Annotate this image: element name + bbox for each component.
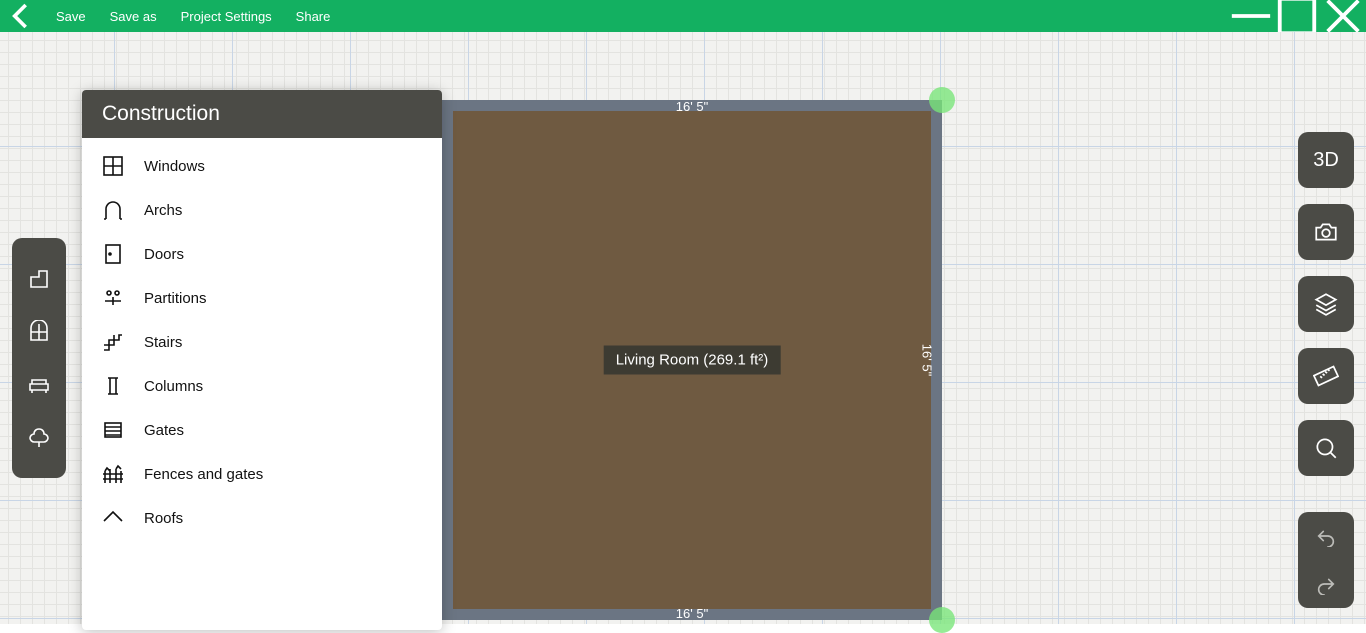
camera-icon	[1313, 219, 1339, 245]
measure-button[interactable]	[1298, 348, 1354, 404]
layers-icon	[1313, 291, 1339, 317]
undo-icon	[1315, 525, 1337, 547]
ruler-icon	[1313, 363, 1339, 389]
right-toolbar: 3D	[1298, 132, 1354, 608]
dimension-right: 16' 5"	[919, 344, 934, 376]
panel-item-label: Roofs	[144, 510, 183, 527]
tree-tool-icon	[27, 426, 51, 450]
panel-item-label: Doors	[144, 246, 184, 263]
tool-window[interactable]	[25, 318, 53, 346]
menu-save[interactable]: Save	[44, 0, 98, 32]
panel-item-windows[interactable]: Windows	[82, 144, 442, 188]
floorplan-canvas[interactable]: 16' 5" 16' 5" 16' 5" Living Room (269.1 …	[0, 32, 1366, 624]
panel-item-archs[interactable]: Archs	[82, 188, 442, 232]
undo-button[interactable]	[1298, 512, 1354, 560]
search-button[interactable]	[1298, 420, 1354, 476]
stairs-icon	[100, 329, 126, 355]
screenshot-button[interactable]	[1298, 204, 1354, 260]
door-icon	[100, 241, 126, 267]
view-3d-button[interactable]: 3D	[1298, 132, 1354, 188]
panel-item-partitions[interactable]: Partitions	[82, 276, 442, 320]
menu-projectsettings-label: Project Settings	[181, 9, 272, 24]
panel-item-label: Gates	[144, 422, 184, 439]
dimension-bottom: 16' 5"	[676, 606, 708, 621]
resize-handle-bottom-right[interactable]	[929, 607, 955, 633]
furniture-tool-icon	[27, 373, 51, 397]
menu-project-settings[interactable]: Project Settings	[169, 0, 284, 32]
roof-icon	[100, 505, 126, 531]
redo-icon	[1315, 573, 1337, 595]
resize-handle-top-right[interactable]	[929, 87, 955, 113]
menu-save-as[interactable]: Save as	[98, 0, 169, 32]
wall-left[interactable]	[442, 100, 453, 620]
window-maximize-button[interactable]	[1274, 0, 1320, 32]
redo-button[interactable]	[1298, 560, 1354, 608]
tool-tree[interactable]	[25, 424, 53, 452]
room-shape[interactable]: 16' 5" 16' 5" 16' 5" Living Room (269.1 …	[442, 100, 942, 620]
undo-redo-group	[1298, 512, 1354, 608]
tool-furniture[interactable]	[25, 371, 53, 399]
tool-wall[interactable]	[25, 265, 53, 293]
panel-item-label: Stairs	[144, 334, 182, 351]
windows-icon	[100, 153, 126, 179]
layers-button[interactable]	[1298, 276, 1354, 332]
construction-panel: Construction Windows Archs Doors Partiti…	[82, 90, 442, 630]
panel-item-stairs[interactable]: Stairs	[82, 320, 442, 364]
panel-item-label: Archs	[144, 202, 182, 219]
fence-icon	[100, 461, 126, 487]
dimension-top: 16' 5"	[676, 99, 708, 114]
view-3d-label: 3D	[1313, 149, 1339, 172]
back-button[interactable]	[0, 0, 44, 32]
panel-item-roofs[interactable]: Roofs	[82, 496, 442, 540]
panel-item-doors[interactable]: Doors	[82, 232, 442, 276]
panel-title: Construction	[82, 90, 442, 138]
window-minimize-button[interactable]	[1228, 0, 1274, 32]
gate-icon	[100, 417, 126, 443]
wall-tool-icon	[27, 267, 51, 291]
panel-list: Windows Archs Doors Partitions Stairs Co…	[82, 138, 442, 546]
column-icon	[100, 373, 126, 399]
panel-item-gates[interactable]: Gates	[82, 408, 442, 452]
room-label[interactable]: Living Room (269.1 ft²)	[604, 346, 781, 375]
partition-icon	[100, 285, 126, 311]
panel-item-label: Columns	[144, 378, 203, 395]
left-toolbar	[12, 238, 66, 478]
window-tool-icon	[27, 320, 51, 344]
panel-item-label: Windows	[144, 158, 205, 175]
panel-item-fences[interactable]: Fences and gates	[82, 452, 442, 496]
panel-item-label: Partitions	[144, 290, 207, 307]
top-menu-bar: Save Save as Project Settings Share	[0, 0, 1366, 32]
panel-item-columns[interactable]: Columns	[82, 364, 442, 408]
magnifier-icon	[1313, 435, 1339, 461]
menu-share[interactable]: Share	[284, 0, 343, 32]
window-close-button[interactable]	[1320, 0, 1366, 32]
menu-saveas-label: Save as	[110, 9, 157, 24]
menu-save-label: Save	[56, 9, 86, 24]
arch-icon	[100, 197, 126, 223]
menu-share-label: Share	[296, 9, 331, 24]
panel-item-label: Fences and gates	[144, 466, 263, 483]
